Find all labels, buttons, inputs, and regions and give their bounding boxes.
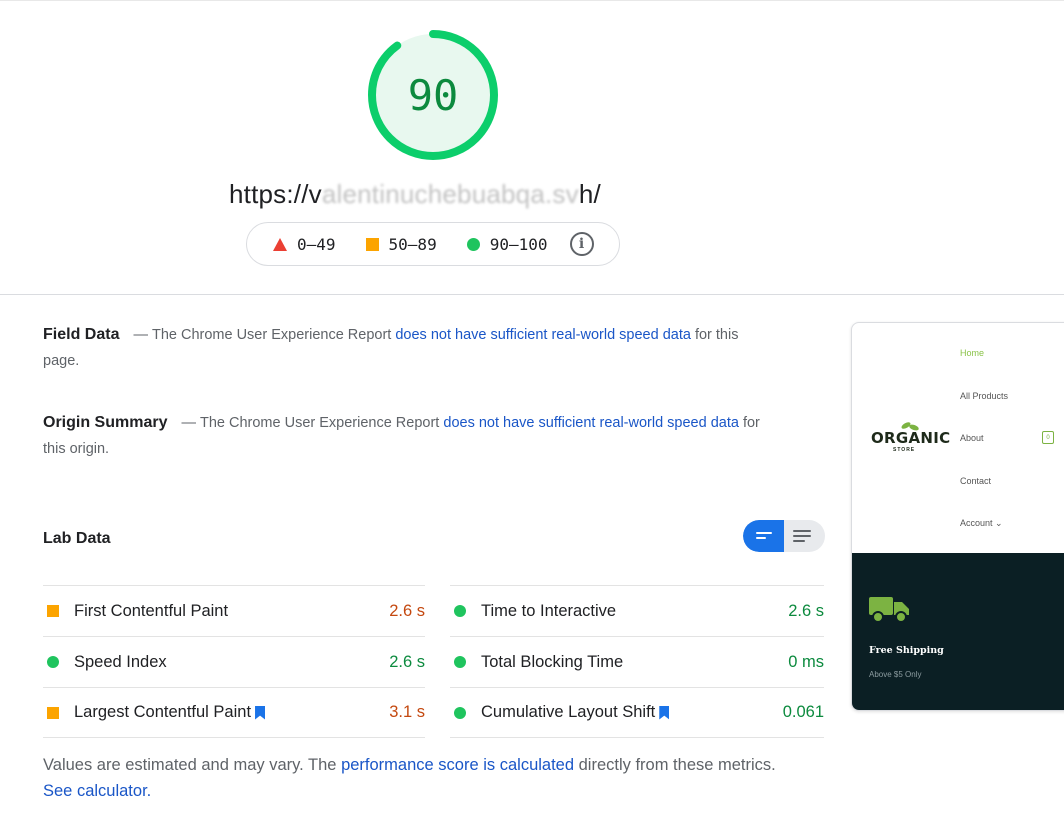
origin-summary-title: Origin Summary: [43, 414, 168, 431]
origin-summary-text: The Chrome User Experience Report: [199, 415, 440, 431]
metric-value: 0.061: [782, 703, 824, 721]
metric-name: Largest Contentful Paint: [74, 703, 252, 721]
free-shipping-banner: Free Shipping Above $5 Only: [852, 553, 1064, 710]
footnote-text-middle: directly from these metrics.: [578, 756, 776, 774]
top-rule: [0, 0, 1064, 1]
circle-icon: [466, 237, 480, 251]
banner-subtitle: Above $5 Only: [869, 670, 922, 679]
metric-name: Cumulative Layout Shift: [481, 703, 656, 721]
metric-status-indicator: [47, 605, 59, 617]
nav-item-home: Home: [960, 348, 985, 358]
nav-item-about: About: [960, 433, 984, 443]
truck-icon: [869, 597, 909, 623]
field-data-text: The Chrome User Experience Report: [151, 327, 392, 343]
metric-name: Total Blocking Time: [481, 652, 624, 671]
metric-value: 2.6 s: [788, 601, 824, 620]
metric-status-indicator: [454, 706, 466, 719]
performance-score-link[interactable]: performance score is calculated: [341, 756, 574, 774]
score-legend: 0–49 50–89 90–100 i: [246, 222, 620, 266]
metrics-column-left: First Contentful Paint 2.6 s Speed Index…: [43, 585, 425, 738]
metric-name: First Contentful Paint: [74, 601, 229, 620]
cart-bag-icon: 0: [1042, 431, 1054, 444]
info-icon[interactable]: i: [569, 232, 594, 256]
section-divider: [0, 294, 1064, 295]
performance-score-gauge: 90: [366, 28, 500, 162]
bookmark-icon: [255, 705, 266, 720]
metric-name: Time to Interactive: [481, 601, 617, 620]
tested-url[interactable]: https://valentinuchebuabqa.svh/: [229, 179, 601, 210]
summary-view-button[interactable]: [743, 520, 784, 552]
lab-data-title: Lab Data: [43, 530, 111, 547]
page-screenshot-thumbnail: ORGANIC STORE Home All Products About Co…: [851, 322, 1064, 711]
footnote-text: Values are estimated and may vary. The: [43, 756, 337, 774]
origin-summary-section: Origin Summary — The Chrome User Experienc…: [43, 410, 763, 462]
logo-subtext: STORE: [893, 447, 916, 453]
metric-status-indicator: [454, 656, 466, 668]
metric-value: 2.6 s: [389, 652, 425, 671]
screenshot-nav: Home All Products About Contact Account …: [960, 348, 1008, 561]
url-suffix: h/: [578, 179, 601, 209]
square-icon: [365, 237, 379, 251]
triangle-icon: [273, 237, 287, 251]
metric-time-to-interactive[interactable]: Time to Interactive 2.6 s: [450, 585, 824, 636]
metric-status-indicator: [47, 656, 59, 668]
metric-value: 3.1 s: [389, 703, 425, 721]
metric-total-blocking-time[interactable]: Total Blocking Time 0 ms: [450, 636, 824, 687]
metric-largest-contentful-paint[interactable]: Largest Contentful Paint 3.1 s: [43, 687, 425, 738]
metric-cumulative-layout-shift[interactable]: Cumulative Layout Shift 0.061: [450, 687, 824, 738]
score-value: 90: [407, 70, 459, 120]
metric-value: 2.6 s: [389, 601, 425, 620]
metric-speed-index[interactable]: Speed Index 2.6 s: [43, 636, 425, 687]
logo-text: ORGANIC: [871, 429, 951, 447]
legend-item-pass: 90–100: [466, 234, 548, 254]
metric-value: 0 ms: [788, 652, 824, 671]
url-prefix: https://v: [229, 179, 322, 209]
see-calculator-link[interactable]: See calculator.: [43, 782, 151, 800]
metric-status-indicator: [47, 706, 59, 719]
origin-summary-dash: —: [181, 415, 196, 431]
legend-item-average: 50–89: [365, 234, 437, 254]
metrics-footnote: Values are estimated and may vary. The p…: [43, 752, 803, 804]
field-data-link[interactable]: does not have sufficient real-world spee…: [395, 327, 691, 343]
field-data-dash: —: [133, 327, 148, 343]
metric-name: Speed Index: [74, 652, 167, 671]
url-obscured: alentinuchebuabqa.sv: [321, 179, 579, 209]
legend-label: 50–89: [388, 234, 437, 254]
nav-item-contact: Contact: [960, 475, 992, 486]
origin-summary-link[interactable]: does not have sufficient real-world spee…: [443, 415, 739, 431]
bookmark-icon: [659, 705, 670, 720]
metrics-column-right: Time to Interactive 2.6 s Total Blocking…: [450, 585, 824, 738]
nav-item-all-products: All Products: [960, 390, 1009, 401]
field-data-section: Field Data — The Chrome User Experience Re…: [43, 322, 763, 374]
view-toggle[interactable]: [743, 520, 825, 552]
field-data-title: Field Data: [43, 326, 120, 343]
banner-title: Free Shipping: [869, 645, 944, 656]
legend-label: 0–49: [297, 234, 336, 254]
metric-first-contentful-paint[interactable]: First Contentful Paint 2.6 s: [43, 585, 425, 636]
legend-label: 90–100: [489, 234, 548, 254]
metric-status-indicator: [454, 605, 466, 617]
organic-store-logo: ORGANIC STORE: [871, 420, 950, 457]
legend-item-fail: 0–49: [273, 235, 336, 254]
